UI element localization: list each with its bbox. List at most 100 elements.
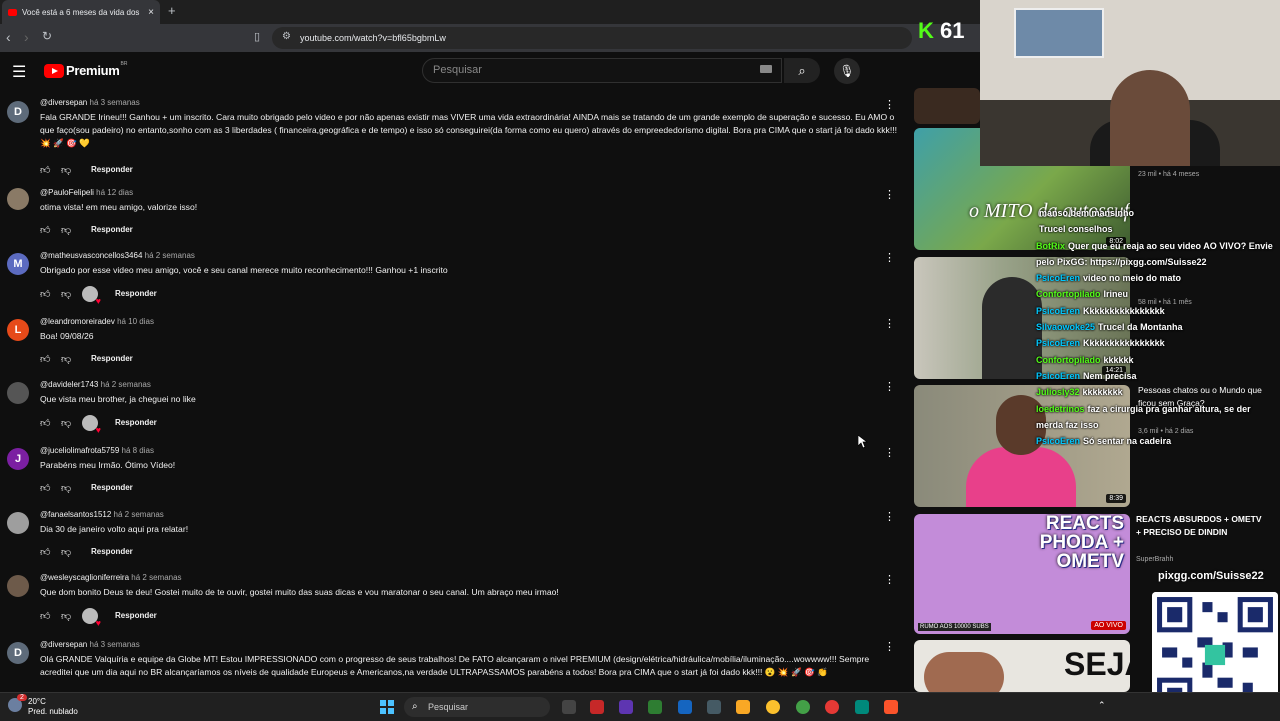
dislike-icon[interactable]: 👎︎ bbox=[61, 546, 71, 558]
forward-icon[interactable]: › bbox=[24, 29, 29, 45]
hamburger-menu-icon[interactable]: ☰ bbox=[12, 62, 26, 82]
kick-viewer-count: K 61 bbox=[918, 18, 965, 43]
channel-name[interactable]: SuperBrahh bbox=[1136, 556, 1173, 563]
start-button-icon[interactable] bbox=[380, 700, 394, 714]
comment-author[interactable]: @wesleyscaglioniferreira bbox=[40, 573, 129, 582]
reload-icon[interactable]: ↻ bbox=[42, 29, 52, 43]
more-options-icon[interactable]: ⋮ bbox=[884, 640, 895, 653]
task-view-icon[interactable] bbox=[562, 700, 576, 714]
youtube-premium-logo[interactable]: Premium BR bbox=[44, 61, 127, 78]
reply-button[interactable]: Responder bbox=[91, 354, 133, 363]
comment-time[interactable]: há 2 semanas bbox=[101, 380, 151, 389]
url-bar[interactable]: ⚙ youtube.com/watch?v=bfl65bgbmLw bbox=[272, 27, 912, 49]
reply-button[interactable]: Responder bbox=[91, 483, 133, 492]
more-options-icon[interactable]: ⋮ bbox=[884, 317, 895, 330]
dislike-icon[interactable]: 👎︎ bbox=[61, 482, 71, 494]
comment-author[interactable]: @diversepan bbox=[40, 98, 87, 107]
like-icon[interactable]: 👍︎ bbox=[40, 224, 50, 236]
comment-author[interactable]: @fanaelsantos1512 bbox=[40, 510, 111, 519]
comment-time[interactable]: há 8 dias bbox=[122, 446, 154, 455]
taskbar-search[interactable]: ⌕ Pesquisar bbox=[404, 697, 550, 717]
avatar[interactable]: D bbox=[7, 642, 29, 664]
back-icon[interactable]: ‹ bbox=[6, 29, 11, 45]
comment-time[interactable]: há 2 semanas bbox=[114, 510, 164, 519]
new-tab-button[interactable]: + bbox=[168, 3, 176, 18]
video-thumbnail[interactable]: SEJA bbox=[914, 640, 1130, 692]
vpn-icon[interactable] bbox=[619, 700, 633, 714]
chrome-profile-icon[interactable] bbox=[796, 700, 810, 714]
search-input[interactable]: Pesquisar bbox=[422, 58, 782, 83]
bookmark-icon[interactable]: ▯ bbox=[254, 30, 260, 43]
dislike-icon[interactable]: 👎︎ bbox=[61, 288, 71, 300]
like-icon[interactable]: 👍︎ bbox=[40, 546, 50, 558]
creator-heart-icon bbox=[82, 286, 101, 306]
more-options-icon[interactable]: ⋮ bbox=[884, 98, 895, 111]
comment-author[interactable]: @leandromoreiradev bbox=[40, 317, 115, 326]
comment-author[interactable]: @matheusvasconcellos3464 bbox=[40, 251, 142, 260]
comment-author[interactable]: @davideler1743 bbox=[40, 380, 98, 389]
weather-widget[interactable]: 20°C Pred. nublado bbox=[28, 697, 78, 717]
comment-time[interactable]: há 12 dias bbox=[96, 188, 133, 197]
comment-time[interactable]: há 3 semanas bbox=[90, 98, 140, 107]
file-explorer-icon[interactable] bbox=[736, 700, 750, 714]
site-info-icon[interactable]: ⚙ bbox=[282, 31, 291, 42]
avatar[interactable]: L bbox=[7, 319, 29, 341]
like-icon[interactable]: 👍︎ bbox=[40, 417, 50, 429]
app-icon[interactable] bbox=[590, 700, 604, 714]
keyboard-icon[interactable] bbox=[760, 65, 772, 73]
comment-author[interactable]: @diversepan bbox=[40, 640, 87, 649]
screen-icon[interactable] bbox=[707, 700, 721, 714]
notes-icon[interactable] bbox=[678, 700, 692, 714]
avatar[interactable] bbox=[7, 188, 29, 210]
youtube-header: ☰ Premium BR Pesquisar ⌕ 🎙 bbox=[0, 52, 912, 90]
close-tab-icon[interactable]: × bbox=[148, 7, 154, 18]
like-icon[interactable]: 👍︎ bbox=[40, 482, 50, 494]
dislike-icon[interactable]: 👎︎ bbox=[61, 353, 71, 365]
more-options-icon[interactable]: ⋮ bbox=[884, 188, 895, 201]
like-icon[interactable]: 👍︎ bbox=[40, 353, 50, 365]
more-options-icon[interactable]: ⋮ bbox=[884, 510, 895, 523]
tab-youtube[interactable]: Você está a 6 meses da vida dos × bbox=[2, 0, 160, 24]
more-options-icon[interactable]: ⋮ bbox=[884, 573, 895, 586]
comment-time[interactable]: há 3 semanas bbox=[90, 640, 140, 649]
reply-button[interactable]: Responder bbox=[91, 547, 133, 556]
dislike-icon[interactable]: 👎︎ bbox=[61, 417, 71, 429]
avatar[interactable]: J bbox=[7, 448, 29, 470]
comment-author[interactable]: @PauloFelipeli bbox=[40, 188, 94, 197]
avatar[interactable]: M bbox=[7, 253, 29, 275]
comment-time[interactable]: há 2 semanas bbox=[145, 251, 195, 260]
avatar[interactable] bbox=[7, 512, 29, 534]
microphone-icon[interactable]: 🎙 bbox=[834, 58, 860, 84]
dislike-icon[interactable]: 👎︎ bbox=[61, 610, 71, 622]
more-options-icon[interactable]: ⋮ bbox=[884, 251, 895, 264]
avatar[interactable] bbox=[7, 382, 29, 404]
comment-author[interactable]: @juceliolimafrota5759 bbox=[40, 446, 119, 455]
search-button[interactable]: ⌕ bbox=[784, 58, 820, 83]
more-options-icon[interactable]: ⋮ bbox=[884, 446, 895, 459]
comment-time[interactable]: há 10 dias bbox=[117, 317, 154, 326]
xbox-icon[interactable] bbox=[648, 700, 662, 714]
obs-icon[interactable] bbox=[855, 700, 869, 714]
like-icon[interactable]: 👍︎ bbox=[40, 164, 50, 176]
like-icon[interactable]: 👍︎ bbox=[40, 610, 50, 622]
chrome-alt-icon[interactable] bbox=[825, 700, 839, 714]
more-options-icon[interactable]: ⋮ bbox=[884, 380, 895, 393]
avatar[interactable]: D bbox=[7, 101, 29, 123]
video-thumbnail[interactable]: REACTS PHODA + OMETV RUMO AOS 10000 SUBS… bbox=[914, 514, 1130, 634]
chrome-icon[interactable] bbox=[766, 700, 780, 714]
reply-button[interactable]: Responder bbox=[115, 611, 157, 620]
brave-icon[interactable] bbox=[884, 700, 898, 714]
video-title[interactable]: REACTS ABSURDOS + OMETV + PRECISO DE DIN… bbox=[1136, 513, 1266, 539]
reply-button[interactable]: Responder bbox=[91, 165, 133, 174]
dislike-icon[interactable]: 👎︎ bbox=[61, 224, 71, 236]
like-icon[interactable]: 👍︎ bbox=[40, 288, 50, 300]
reply-button[interactable]: Responder bbox=[115, 418, 157, 427]
video-thumbnail[interactable] bbox=[914, 88, 980, 124]
chat-message: manso bem mansinho bbox=[1039, 208, 1135, 218]
reply-button[interactable]: Responder bbox=[115, 289, 157, 298]
dislike-icon[interactable]: 👎︎ bbox=[61, 164, 71, 176]
reply-button[interactable]: Responder bbox=[91, 225, 133, 234]
system-tray-chevron-icon[interactable]: ⌃ bbox=[1098, 700, 1106, 711]
comment-time[interactable]: há 2 semanas bbox=[131, 573, 181, 582]
avatar[interactable] bbox=[7, 575, 29, 597]
